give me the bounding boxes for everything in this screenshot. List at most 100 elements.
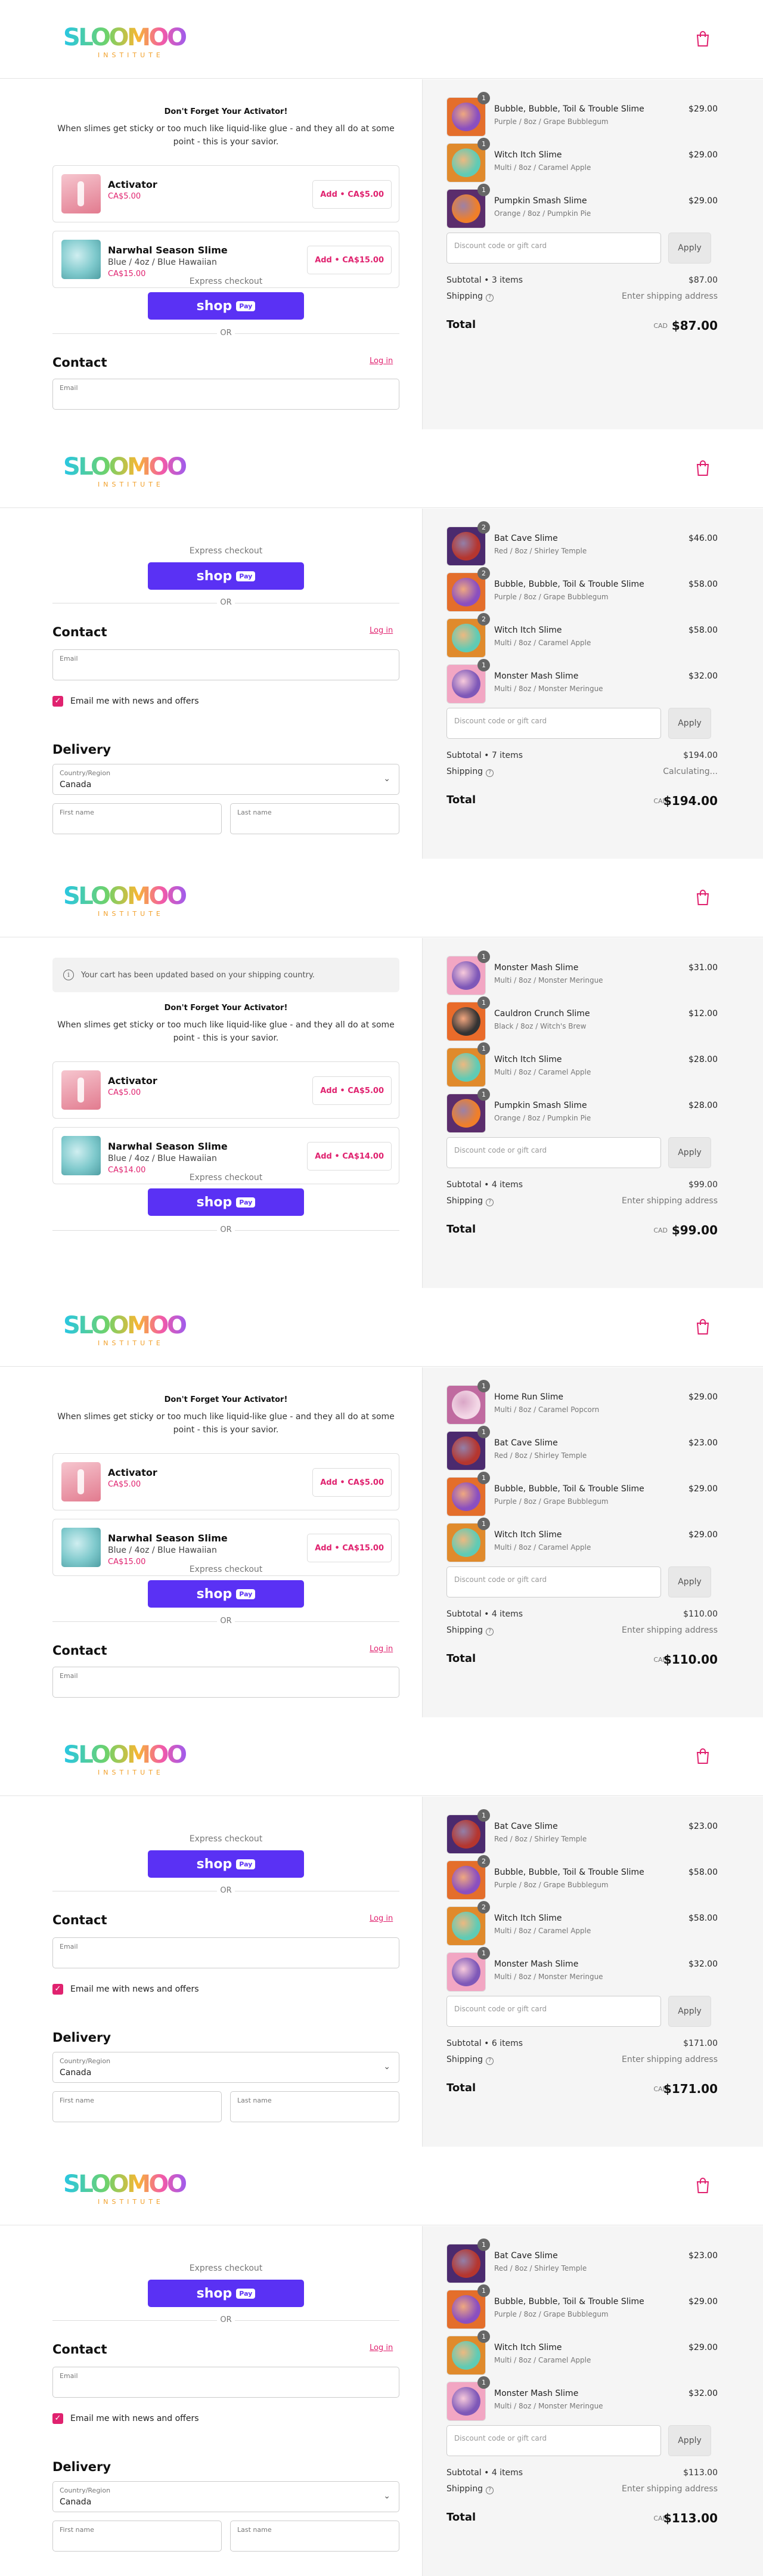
cart-item: 1 Witch Itch Slime Multi / 8oz / Caramel A… (446, 138, 718, 182)
shopping-bag-icon[interactable] (695, 2176, 711, 2194)
quantity-badge: 1 (477, 1042, 490, 1055)
item-price: $29.00 (688, 104, 718, 114)
checkbox-checked[interactable]: ✓ (52, 696, 63, 707)
discount-input[interactable]: Discount code or gift card (446, 1996, 661, 2027)
logo-wordmark: SLOOMOO (63, 1312, 187, 1339)
country-select[interactable]: Country/Region Canada ⌄ (52, 2481, 399, 2512)
login-link[interactable]: Log in (370, 626, 393, 635)
login-link[interactable]: Log in (370, 357, 393, 366)
logo-wordmark: SLOOMOO (63, 1741, 187, 1769)
upsell-card: Activator CA$5.00 Add • CA$5.00 (52, 165, 399, 222)
last-name-field[interactable]: Last name (230, 2521, 399, 2552)
shopping-bag-icon[interactable] (695, 888, 711, 906)
discount-input[interactable]: Discount code or gift card (446, 1137, 661, 1168)
last-name-field[interactable]: Last name (230, 2091, 399, 2122)
sloomoo-logo[interactable]: SLOOMOO INSTITUTE (62, 2168, 193, 2209)
checkbox-checked[interactable]: ✓ (52, 1984, 63, 1995)
item-price: $29.00 (688, 1392, 718, 1402)
email-field[interactable]: Email (52, 1667, 399, 1698)
shop-pay-button[interactable]: shop Pay (148, 1188, 304, 1216)
shop-pay-button[interactable]: shop Pay (148, 1850, 304, 1878)
logo-subtitle: INSTITUTE (98, 910, 164, 918)
item-variant: Multi / 8oz / Caramel Apple (494, 1927, 591, 1935)
discount-input[interactable]: Discount code or gift card (446, 233, 661, 264)
email-field[interactable]: Email (52, 2367, 399, 2398)
apply-button[interactable]: Apply (668, 233, 711, 264)
apply-button[interactable]: Apply (668, 1137, 711, 1168)
sloomoo-logo[interactable]: SLOOMOO INSTITUTE (62, 1309, 193, 1350)
order-summary: 2 Bat Cave Slime Red / 8oz / Shirley Templ… (422, 509, 763, 859)
shopping-bag-icon[interactable] (695, 459, 711, 477)
quantity-badge: 2 (477, 1901, 490, 1914)
apply-button[interactable]: Apply (668, 708, 711, 739)
quantity-badge: 1 (477, 1380, 490, 1392)
news-checkbox-row[interactable]: ✓ Email me with news and offers (52, 1984, 199, 1995)
first-name-field[interactable]: First name (52, 803, 222, 834)
news-checkbox-row[interactable]: ✓ Email me with news and offers (52, 2413, 199, 2424)
email-field[interactable]: Email (52, 379, 399, 410)
or-text: OR (217, 598, 235, 607)
sloomoo-logo[interactable]: SLOOMOO INSTITUTE (62, 451, 193, 491)
email-label: Email (60, 1672, 78, 1680)
shopping-bag-icon[interactable] (695, 30, 711, 48)
quantity-badge: 2 (477, 567, 490, 580)
item-name: Home Run Slime (494, 1392, 564, 1402)
add-upsell-button[interactable]: Add • CA$15.00 (307, 246, 392, 274)
help-icon[interactable]: ? (486, 294, 494, 302)
add-upsell-button[interactable]: Add • CA$5.00 (312, 180, 392, 209)
help-icon[interactable]: ? (486, 2057, 494, 2065)
email-field[interactable]: Email (52, 1937, 399, 1968)
country-select[interactable]: Country/Region Canada ⌄ (52, 764, 399, 795)
help-icon[interactable]: ? (486, 2487, 494, 2494)
sloomoo-logo[interactable]: SLOOMOO INSTITUTE (62, 1739, 193, 1779)
apply-button[interactable]: Apply (668, 1996, 711, 2027)
shop-pay-label: shop (196, 298, 232, 314)
help-icon[interactable]: ? (486, 1199, 494, 1206)
or-divider: OR (52, 2315, 399, 2325)
first-name-field[interactable]: First name (52, 2091, 222, 2122)
shop-pay-button[interactable]: shop Pay (148, 1580, 304, 1608)
country-select[interactable]: Country/Region Canada ⌄ (52, 2052, 399, 2083)
slime-image (452, 532, 480, 561)
shop-pay-button[interactable]: shop Pay (148, 2280, 304, 2307)
subtotal-label: Subtotal • 6 items (446, 2039, 523, 2048)
sloomoo-logo[interactable]: SLOOMOO INSTITUTE (62, 880, 193, 921)
add-upsell-button[interactable]: Add • CA$14.00 (307, 1142, 392, 1171)
upsell-variant: Blue / 4oz / Blue Hawaiian (108, 1546, 217, 1555)
cart-item: 2 Witch Itch Slime Multi / 8oz / Caramel A… (446, 613, 718, 658)
shopping-bag-icon[interactable] (695, 1747, 711, 1765)
sloomoo-logo[interactable]: SLOOMOO INSTITUTE (62, 21, 193, 62)
checkout-header: SLOOMOO INSTITUTE (0, 1717, 763, 1796)
first-name-field[interactable]: First name (52, 2521, 222, 2552)
item-price: $12.00 (688, 1009, 718, 1018)
slime-image (452, 2295, 480, 2324)
email-field[interactable]: Email (52, 649, 399, 680)
add-upsell-button[interactable]: Add • CA$5.00 (312, 1076, 392, 1105)
last-name-label: Last name (237, 809, 272, 816)
apply-button[interactable]: Apply (668, 2425, 711, 2456)
shopping-bag-icon[interactable] (695, 1318, 711, 1336)
news-checkbox-row[interactable]: ✓ Email me with news and offers (52, 696, 199, 707)
login-link[interactable]: Log in (370, 1645, 393, 1654)
discount-input[interactable]: Discount code or gift card (446, 2425, 661, 2456)
add-upsell-button[interactable]: Add • CA$15.00 (307, 1534, 392, 1562)
order-summary: 1 Monster Mash Slime Multi / 8oz / Monster… (422, 938, 763, 1288)
slime-image (452, 1007, 480, 1036)
country-value: Canada (60, 2068, 92, 2077)
discount-input[interactable]: Discount code or gift card (446, 708, 661, 739)
shop-pay-button[interactable]: shop Pay (148, 562, 304, 590)
last-name-field[interactable]: Last name (230, 803, 399, 834)
add-upsell-button[interactable]: Add • CA$5.00 (312, 1468, 392, 1497)
info-icon: i (63, 970, 74, 980)
help-icon[interactable]: ? (486, 769, 494, 777)
apply-button[interactable]: Apply (668, 1566, 711, 1597)
cart-item: 1 Witch Itch Slime Multi / 8oz / Caramel A… (446, 1518, 718, 1562)
shop-pay-button[interactable]: shop Pay (148, 292, 304, 320)
login-link[interactable]: Log in (370, 1914, 393, 1923)
checkbox-checked[interactable]: ✓ (52, 2413, 63, 2424)
item-variant: Orange / 8oz / Pumpkin Pie (494, 1114, 591, 1122)
discount-input[interactable]: Discount code or gift card (446, 1566, 661, 1597)
upsell-variant: Blue / 4oz / Blue Hawaiian (108, 258, 217, 267)
help-icon[interactable]: ? (486, 1628, 494, 1636)
login-link[interactable]: Log in (370, 2343, 393, 2352)
